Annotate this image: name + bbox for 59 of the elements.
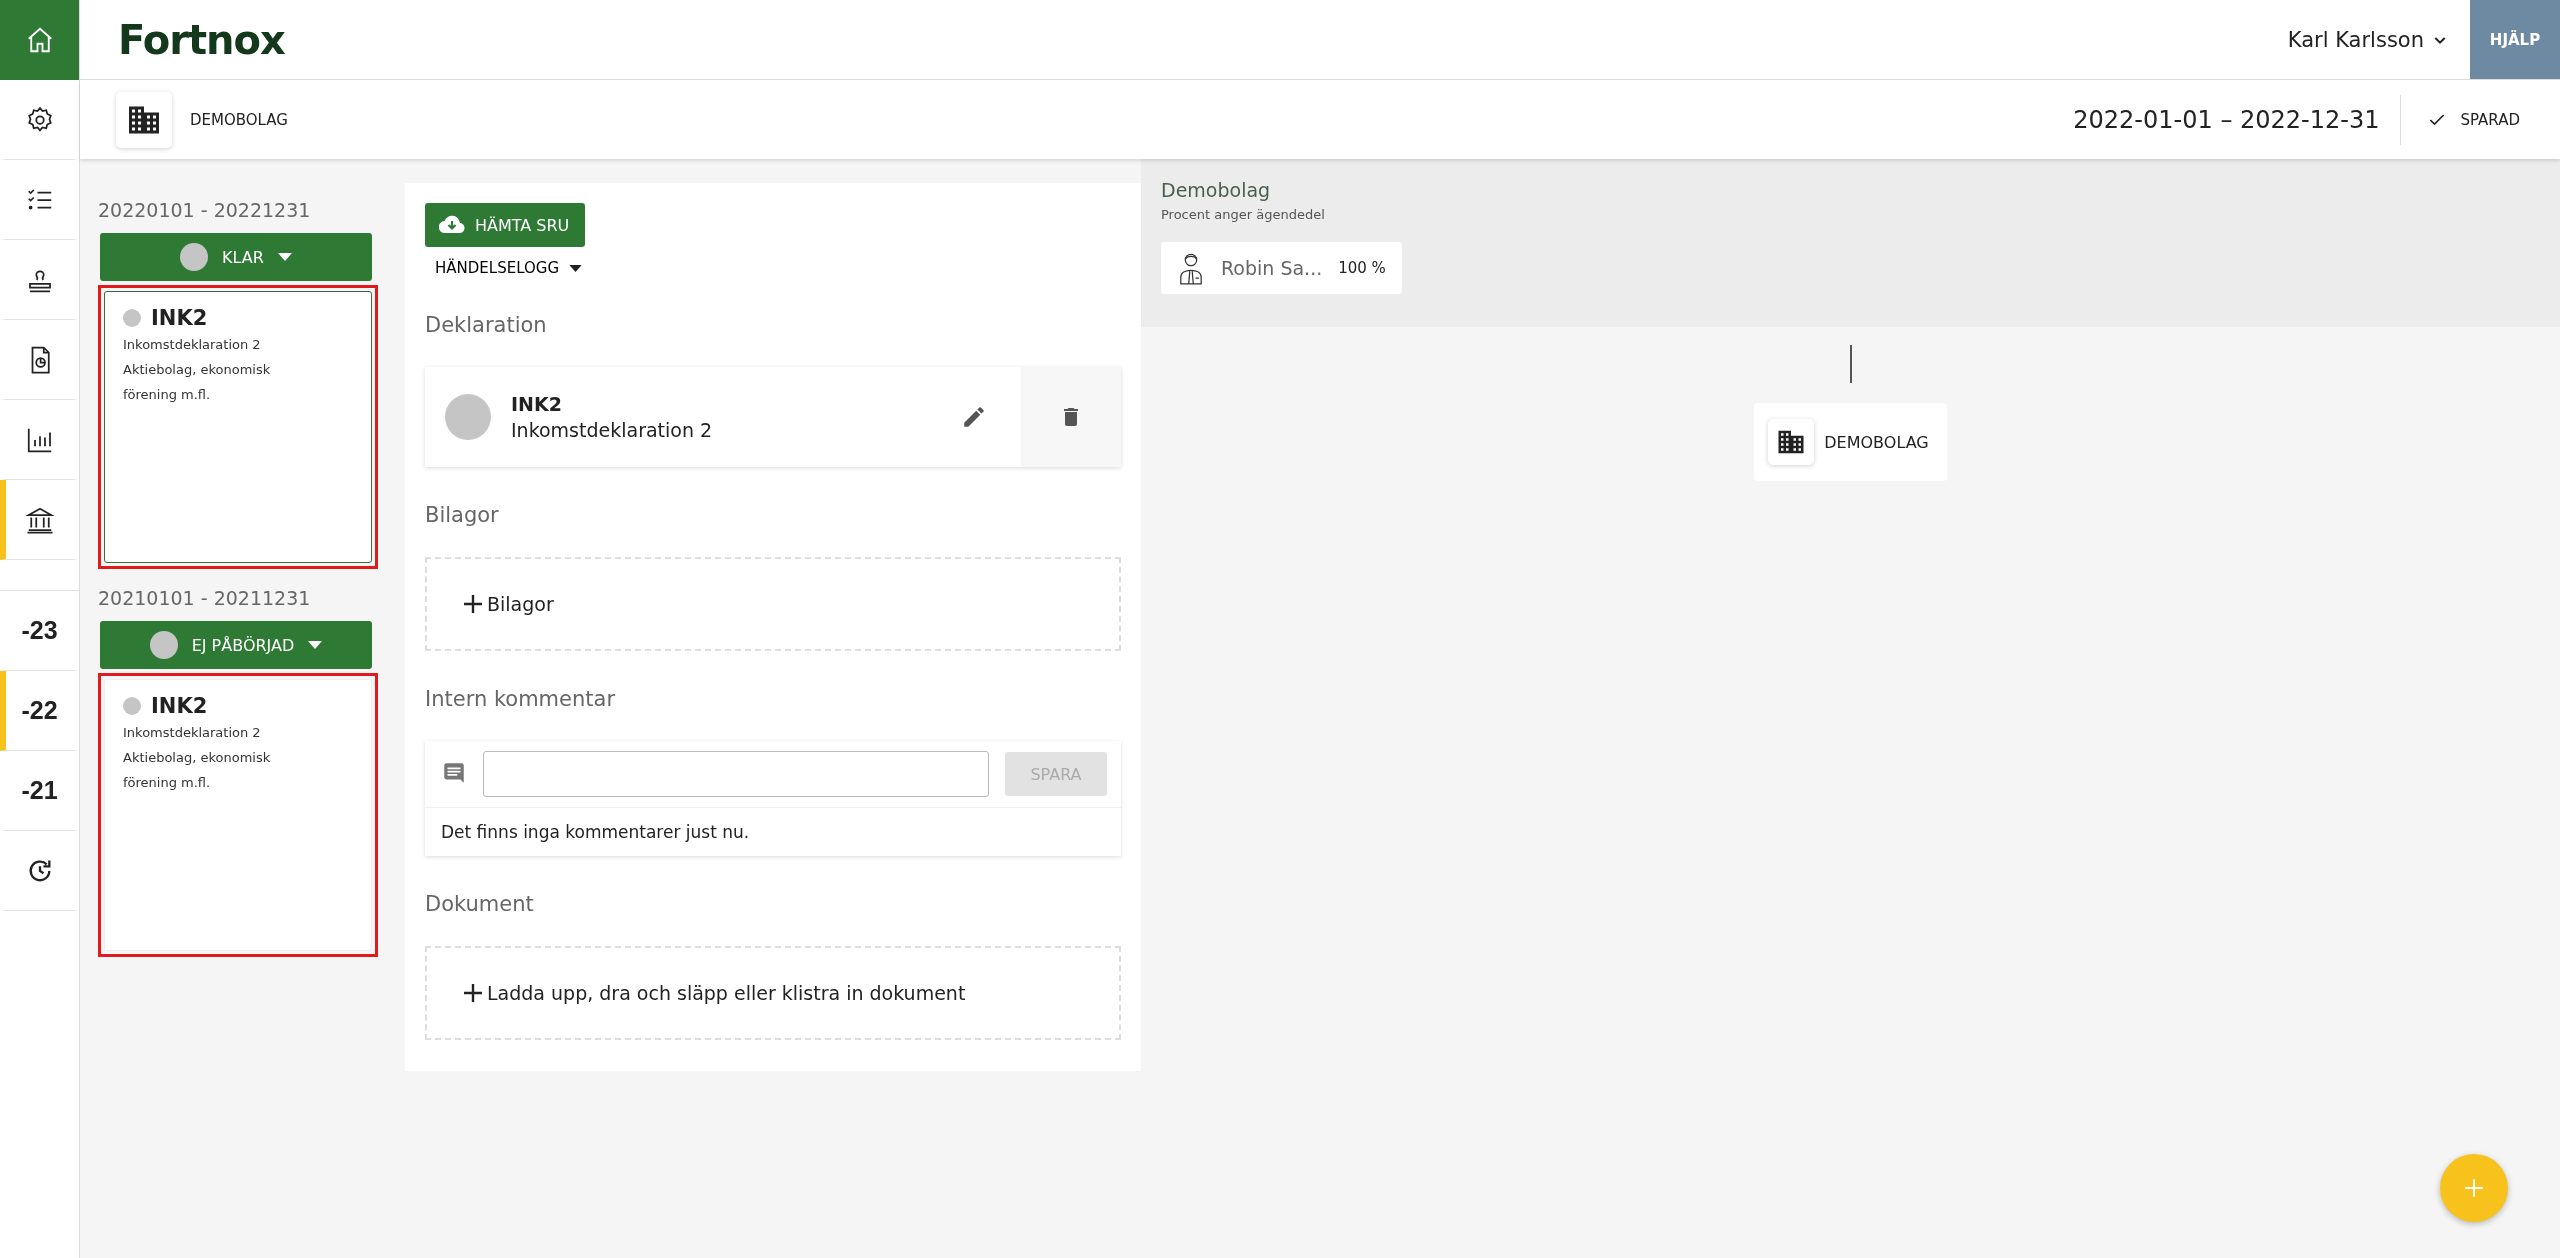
company-name: DEMOBOLAG xyxy=(190,110,289,129)
card-code: INK2 xyxy=(151,694,208,718)
section-heading: Dokument xyxy=(425,892,534,916)
card-title: Inkomstdeklaration 2 xyxy=(123,336,262,354)
card-title: Inkomstdeklaration 2 xyxy=(123,724,262,742)
building-icon xyxy=(1768,419,1815,465)
fiscal-period: 2022-01-01 – 2022-12-31 xyxy=(2073,94,2401,145)
logo[interactable]: Fortnox xyxy=(118,16,2288,63)
caret-icon xyxy=(569,264,583,272)
section-heading: Deklaration xyxy=(425,313,547,337)
download-button[interactable]: HÄMTA SRU xyxy=(425,203,586,247)
period-range: 20220101 - 20221231 xyxy=(98,199,312,221)
declaration-code: INK2 xyxy=(511,393,563,415)
section-heading: Bilagor xyxy=(425,503,499,527)
plus-icon xyxy=(2463,1177,2485,1199)
card-code: INK2 xyxy=(151,306,208,330)
document-dropzone[interactable]: Ladda upp, dra och släpp eller klistra in dokument xyxy=(425,946,1121,1040)
period-range: 20210101 - 20211231 xyxy=(98,587,312,609)
plus-icon xyxy=(463,594,483,614)
company-node[interactable]: DEMOBOLAG xyxy=(1754,403,1947,481)
ownership-hint: Procent anger ägendedel xyxy=(1161,207,1326,222)
connector-line xyxy=(1849,345,1852,383)
owner-share: 100 % xyxy=(1338,259,1386,277)
section-heading: Intern kommentar xyxy=(425,687,616,711)
home-button[interactable] xyxy=(0,0,79,80)
status-dropdown[interactable]: EJ PÅBÖRJAD xyxy=(100,621,372,669)
year-tab[interactable]: -21 xyxy=(0,751,79,831)
declaration-card[interactable]: INK2 Inkomstdeklaration 2 Aktiebolag, ekonomisk förening m.fl. xyxy=(104,291,372,563)
plus-icon xyxy=(463,983,483,1003)
caret-icon xyxy=(308,641,323,649)
status-dot xyxy=(123,697,141,715)
status-dot xyxy=(445,394,491,440)
declaration-title: Inkomstdeklaration 2 xyxy=(511,419,714,441)
card-subtitle: Aktiebolag, ekonomisk förening m.fl. xyxy=(123,749,272,792)
card-subtitle: Aktiebolag, ekonomisk förening m.fl. xyxy=(123,361,272,404)
comment-field[interactable] xyxy=(483,751,989,797)
node-label: DEMOBOLAG xyxy=(1824,432,1929,452)
dropzone-label: Ladda upp, dra och släpp eller klistra in dokument xyxy=(487,982,966,1004)
dropzone-label: Bilagor xyxy=(487,593,554,615)
edit-icon[interactable] xyxy=(961,404,987,430)
building-icon xyxy=(116,91,172,148)
help-button[interactable]: HJÄLP xyxy=(2470,0,2560,79)
declaration-card[interactable]: INK2 Inkomstdeklaration 2 Aktiebolag, ekonomisk förening m.fl. xyxy=(104,679,372,951)
status-dot xyxy=(123,309,141,327)
year-tab[interactable]: -22 xyxy=(0,671,79,751)
caret-icon xyxy=(277,253,292,261)
cloud-download-icon xyxy=(439,215,465,235)
year-tab[interactable]: -23 xyxy=(0,591,79,671)
empty-comments-message: Det finns inga kommentarer just nu. xyxy=(440,821,751,844)
ownership-title: Demobolag xyxy=(1161,179,1272,201)
saved-label: SPARAD xyxy=(2460,110,2520,129)
attachment-dropzone[interactable]: Bilagor xyxy=(425,557,1121,651)
user-menu[interactable]: Karl Karlsson xyxy=(2287,27,2448,52)
owner-name: Robin Sa... xyxy=(1221,257,1323,279)
declaration-row[interactable]: INK2 Inkomstdeklaration 2 xyxy=(425,367,1121,467)
person-icon xyxy=(1177,251,1205,285)
status-dropdown[interactable]: KLAR xyxy=(100,233,372,281)
owner-chip[interactable]: Robin Sa... 100 % xyxy=(1161,242,1402,294)
event-log-dropdown[interactable]: HÄNDELSELOGG xyxy=(425,259,593,277)
